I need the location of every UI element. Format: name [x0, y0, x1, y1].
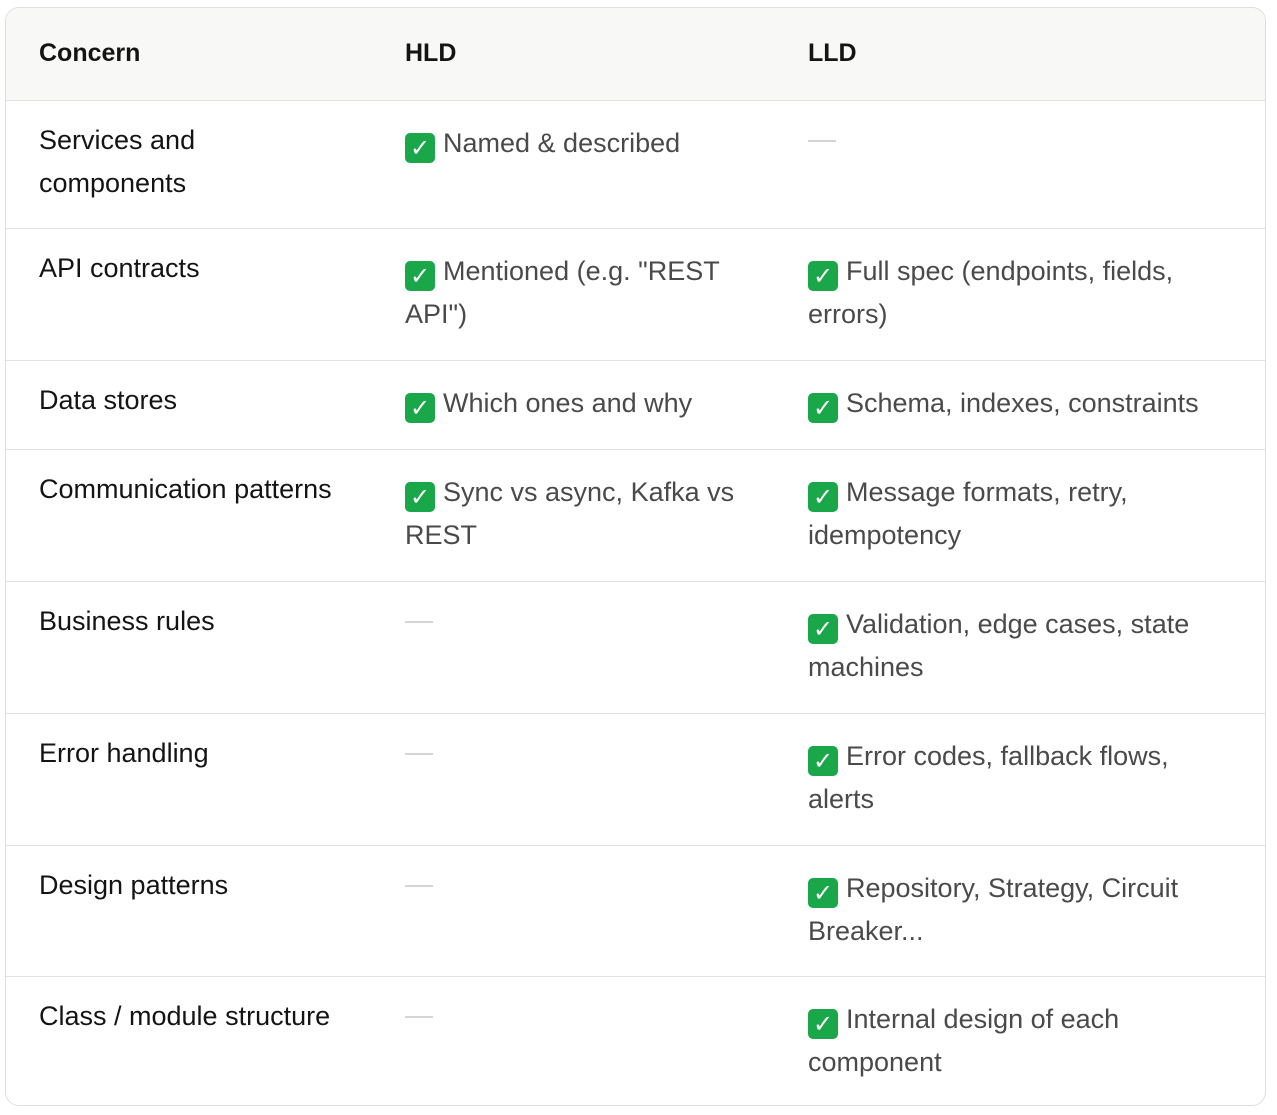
lld-cell: ✓ Repository, Strategy, Circuit Breaker..…	[775, 845, 1265, 977]
hld-lld-table: Concern HLD LLD Services and components ✓…	[6, 8, 1265, 1105]
lld-text: Message formats, retry, idempotency	[808, 476, 1128, 550]
check-icon: ✓	[808, 745, 838, 776]
table-header: Concern HLD LLD	[6, 8, 1265, 101]
lld-text: Schema, indexes, constraints	[846, 387, 1199, 418]
dash-icon	[405, 753, 433, 756]
hld-text: Named & described	[443, 127, 681, 158]
header-row: Concern HLD LLD	[6, 8, 1265, 101]
hld-cell	[372, 976, 775, 1105]
lld-text: Full spec (endpoints, fields, errors)	[808, 255, 1174, 329]
header-lld: LLD	[775, 8, 1265, 101]
check-icon: ✓	[405, 132, 435, 163]
table-row: Class / module structure ✓ Internal design…	[6, 976, 1265, 1105]
table-body: Services and components ✓ Named & describe…	[6, 100, 1265, 1105]
lld-cell: ✓ Validation, edge cases, state machines	[775, 581, 1265, 714]
lld-cell	[775, 100, 1265, 229]
lld-cell: ✓ Internal design of each component	[775, 976, 1265, 1105]
hld-cell: ✓ Which ones and why	[372, 360, 775, 450]
concern-cell: Data stores	[6, 360, 372, 450]
header-concern: Concern	[6, 8, 372, 101]
concern-cell: Services and components	[6, 100, 372, 229]
check-icon: ✓	[808, 877, 838, 908]
concern-cell: Business rules	[6, 581, 372, 714]
hld-text: Mentioned (e.g. "REST API")	[405, 255, 720, 329]
table-row: API contracts ✓ Mentioned (e.g. "REST API"…	[6, 228, 1265, 361]
check-icon: ✓	[405, 260, 435, 291]
check-icon: ✓	[405, 392, 435, 423]
concern-cell: Class / module structure	[39, 1000, 331, 1031]
comparison-table: Concern HLD LLD Services and components ✓…	[5, 7, 1266, 1106]
hld-cell: ✓ Named & described	[372, 100, 775, 229]
check-icon: ✓	[808, 481, 838, 512]
lld-cell: ✓ Schema, indexes, constraints	[775, 360, 1265, 450]
check-icon: ✓	[405, 481, 435, 512]
header-hld: HLD	[372, 8, 775, 101]
lld-cell: ✓ Full spec (endpoints, fields, errors)	[775, 228, 1265, 361]
lld-text: Repository, Strategy, Circuit Breaker...	[808, 872, 1179, 946]
lld-cell: ✓ Message formats, retry, idempotency	[775, 449, 1265, 582]
lld-text: Internal design of each component	[808, 1003, 1120, 1077]
check-icon: ✓	[808, 392, 838, 423]
concern-cell: Communication patterns	[6, 449, 372, 582]
table-row: Data stores ✓ Which ones and why ✓ Schema, i…	[6, 360, 1265, 450]
concern-cell: Error handling	[6, 713, 372, 846]
dash-icon	[405, 1016, 433, 1019]
lld-text: Validation, edge cases, state machines	[808, 608, 1190, 682]
table-row: Error handling ✓ Error codes, fallback flo…	[6, 713, 1265, 846]
hld-cell	[372, 845, 775, 977]
table-row: Business rules ✓ Validation, edge cases, s…	[6, 581, 1265, 714]
hld-text: Sync vs async, Kafka vs REST	[405, 476, 735, 550]
dash-icon	[405, 621, 433, 624]
table-row: Design patterns ✓ Repository, Strategy, Ci…	[6, 845, 1265, 977]
hld-cell: ✓ Sync vs async, Kafka vs REST	[372, 449, 775, 582]
dash-icon	[405, 885, 433, 888]
table-row: Communication patterns ✓ Sync vs async, Ka…	[6, 449, 1265, 582]
hld-cell	[372, 581, 775, 714]
check-icon: ✓	[808, 260, 838, 291]
table-row: Services and components ✓ Named & describe…	[6, 100, 1265, 229]
hld-text: Which ones and why	[443, 387, 693, 418]
hld-cell: ✓ Mentioned (e.g. "REST API")	[372, 228, 775, 361]
concern-cell: Design patterns	[6, 845, 372, 977]
concern-cell: API contracts	[6, 228, 372, 361]
check-icon: ✓	[808, 1008, 838, 1039]
dash-icon	[808, 140, 836, 143]
hld-cell	[372, 713, 775, 846]
lld-text: Error codes, fallback flows, alerts	[808, 740, 1169, 814]
check-icon: ✓	[808, 613, 838, 644]
lld-cell: ✓ Error codes, fallback flows, alerts	[775, 713, 1265, 846]
